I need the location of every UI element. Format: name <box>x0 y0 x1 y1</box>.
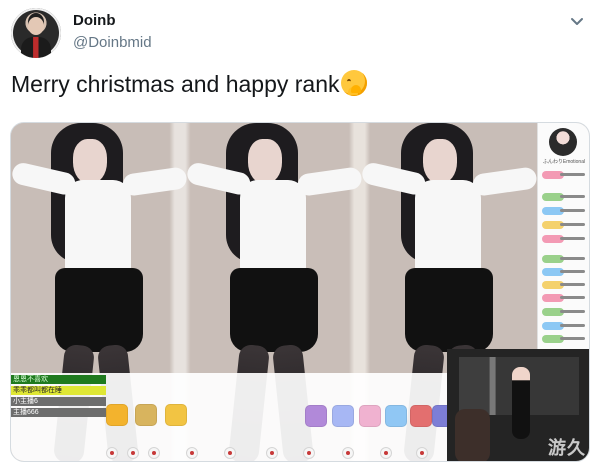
camera-inset: 游久 <box>447 349 589 461</box>
gift-icon[interactable] <box>305 405 327 427</box>
display-name[interactable]: Doinb <box>73 12 152 31</box>
toolbar-button[interactable] <box>224 447 236 459</box>
overlay-line: 主播666 <box>11 408 106 417</box>
gift-icon[interactable] <box>332 405 354 427</box>
chat-message <box>542 171 585 179</box>
toolbar-button[interactable] <box>380 447 392 459</box>
toolbar-button[interactable] <box>416 447 428 459</box>
face-with-hand-over-mouth-icon <box>340 70 367 96</box>
user-handle[interactable]: @Doinbmid <box>73 34 152 53</box>
user-info: Doinb @Doinbmid <box>73 12 152 53</box>
toolbar-button[interactable] <box>148 447 160 459</box>
chat-message <box>542 235 585 243</box>
tweet-media[interactable]: 恩恩不喜欢 乖乖都叫都在睡 小主播6 主播666 ふんわりEmotional 游… <box>10 122 590 462</box>
chevron-down-icon[interactable] <box>568 13 586 31</box>
chat-message <box>542 207 585 215</box>
toolbar-button[interactable] <box>266 447 278 459</box>
gift-icon[interactable] <box>165 404 187 426</box>
chat-message <box>542 308 585 316</box>
overlay-line: 恩恩不喜欢 <box>11 375 106 384</box>
watermark-text: 游久 <box>548 438 586 458</box>
tweet-text: Merry christmas and happy rank <box>11 70 367 98</box>
gift-icon[interactable] <box>385 405 407 427</box>
gift-icon[interactable] <box>410 405 432 427</box>
overlay-line: 小主播6 <box>11 397 106 406</box>
toolbar-button[interactable] <box>106 447 118 459</box>
chat-message <box>542 268 585 276</box>
gift-icon[interactable] <box>135 404 157 426</box>
gift-icon[interactable] <box>432 405 447 427</box>
stream-bottom-bar: 恩恩不喜欢 乖乖都叫都在睡 小主播6 主播666 <box>11 373 447 461</box>
toolbar-button[interactable] <box>342 447 354 459</box>
gift-icon[interactable] <box>106 404 128 426</box>
chat-message <box>542 294 585 302</box>
chat-message <box>542 255 585 263</box>
chat-message <box>542 322 585 330</box>
overlay-line: 乖乖都叫都在睡 <box>11 386 106 395</box>
chat-message <box>542 193 585 201</box>
toolbar-button[interactable] <box>127 447 139 459</box>
chat-message <box>542 221 585 229</box>
gift-icon[interactable] <box>359 405 381 427</box>
chat-message <box>542 281 585 289</box>
toolbar-button[interactable] <box>303 447 315 459</box>
chat-message <box>542 335 585 343</box>
chat-title: ふんわりEmotional <box>542 159 586 165</box>
chat-overlay: 恩恩不喜欢 乖乖都叫都在睡 小主播6 主播666 <box>11 375 106 419</box>
streamer-avatar[interactable] <box>549 128 577 156</box>
tweet-card: Doinb @Doinbmid Merry christmas and happ… <box>0 0 600 468</box>
toolbar-button[interactable] <box>186 447 198 459</box>
avatar[interactable] <box>11 8 61 58</box>
tweet-message: Merry christmas and happy rank <box>11 71 340 97</box>
